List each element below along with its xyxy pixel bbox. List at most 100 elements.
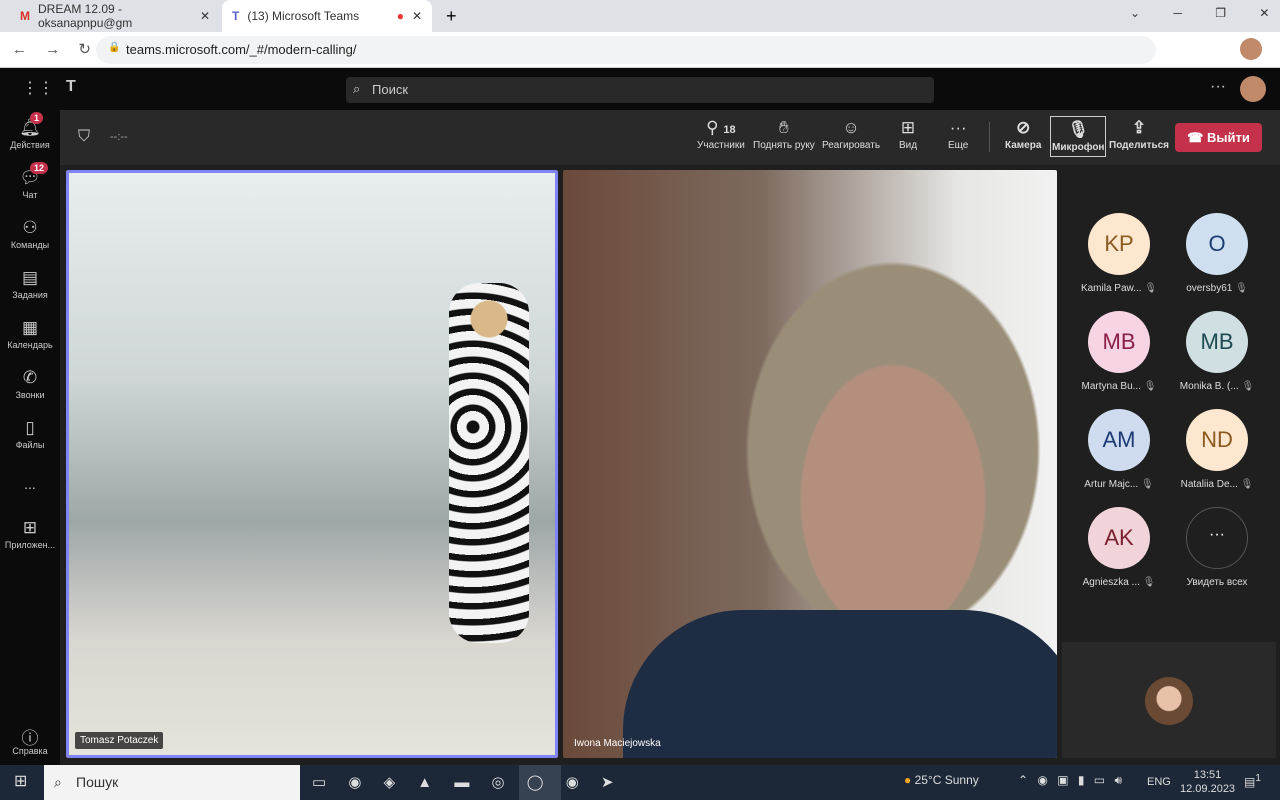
windows-start-icon[interactable]: ⊞ <box>14 771 27 791</box>
participant-tile[interactable]: AM Artur Majc... 🎙︎ <box>1074 409 1164 490</box>
video-name-label: Iwona Maciejowska <box>574 738 661 749</box>
camera-button[interactable]: ⊘ Камера <box>1005 118 1041 151</box>
mic-off-icon: 🎙︎ <box>1143 381 1157 392</box>
mic-off-icon: 🎙︎ <box>1240 479 1254 490</box>
phone-icon: ✆ <box>22 368 38 387</box>
video-tile-1[interactable]: Tomasz Potaczek <box>66 170 558 758</box>
rail-more[interactable]: ... <box>0 476 60 492</box>
search-icon: ⌕ <box>54 774 62 790</box>
user-avatar[interactable] <box>1240 76 1266 102</box>
pinned-apps[interactable]: ▭ ◉ ◈ ▲ ▬ ◎ ◯ ◉ ➤ <box>312 773 614 791</box>
window-controls[interactable]: ⌄ ─ ❐ ✕ <box>1130 6 1269 20</box>
address-bar-row: ← → ↻ 🔒 teams.microsoft.com/_#/modern-cal… <box>0 32 1280 68</box>
participant-avatar: AK <box>1088 507 1150 569</box>
camera-off-icon: ⊘ <box>1016 118 1031 137</box>
participant-name: Monika B. (... <box>1179 381 1239 392</box>
close-tab-icon[interactable]: ✕ <box>200 9 210 23</box>
mic-off-icon: 🎙︎ <box>1241 381 1255 392</box>
mic-off-icon: 🎙︎ <box>1140 479 1154 490</box>
share-icon: ⇪ <box>1131 118 1147 137</box>
mic-off-icon: 🎙︎ <box>1142 577 1156 588</box>
lock-icon: 🔒 <box>108 42 121 53</box>
meeting-timer: --:-- <box>110 131 128 143</box>
video-tile-2[interactable]: Iwona Maciejowska <box>563 170 1057 758</box>
tab-teams[interactable]: T (13) Microsoft Teams ● ✕ <box>222 0 432 32</box>
rail-calendar[interactable]: ▦ Календарь <box>0 318 60 350</box>
self-avatar <box>1145 677 1193 725</box>
app-launcher-icon[interactable]: ⋮⋮ <box>22 78 54 98</box>
search-input[interactable]: ⌕ Поиск <box>346 77 934 103</box>
participant-avatar: KP <box>1088 213 1150 275</box>
speaker-figure <box>449 283 529 643</box>
teams-logo-icon: T <box>66 78 76 95</box>
nav-buttons[interactable]: ← → ↻ <box>12 40 91 58</box>
taskbar-search[interactable]: ⌕ Пошук <box>44 765 300 800</box>
file-icon: ▯ <box>25 418 35 437</box>
left-rail: 1 🔔︎ Действия 12 💬︎ Чат ⚇ Команды ▤ Задания ▦ К… <box>0 110 60 765</box>
more-icon[interactable]: ··· <box>1210 78 1226 96</box>
teams-icon: ⚇ <box>22 218 38 237</box>
participant-tile[interactable]: KP Kamila Paw... 🎙︎ <box>1074 213 1164 294</box>
language-indicator[interactable]: ENG <box>1147 776 1171 788</box>
shield-icon: ⛉ <box>78 128 91 145</box>
participant-avatar: MB <box>1186 311 1248 373</box>
tray-icons[interactable]: ⌃ ◉ ▣ ▮ ▭ 🔊︎ <box>1018 773 1122 788</box>
participant-avatar: O <box>1186 213 1248 275</box>
participant-tile[interactable]: ND Nataliia De... 🎙︎ <box>1172 409 1262 490</box>
weather-icon[interactable]: ● 25°C Sunny <box>904 773 979 787</box>
rail-activity[interactable]: 1 🔔︎ Действия <box>0 112 60 150</box>
participant-tile[interactable]: Ooversby61 🎙︎ <box>1172 213 1262 294</box>
participant-avatar: ND <box>1186 409 1248 471</box>
hangup-icon: ☎︎ <box>1187 130 1207 145</box>
rail-assignments[interactable]: ▤ Задания <box>0 268 60 300</box>
view-button[interactable]: ⊞ Вид <box>899 118 917 151</box>
browser-tab-bar: M DREAM 12.09 - oksanapnpu@gm ✕ T (13) Micr… <box>0 0 1280 32</box>
calendar-icon: ▦ <box>21 318 39 337</box>
more-button[interactable]: ··· Еще <box>948 118 968 151</box>
see-all-button[interactable]: ··· Увидеть всех <box>1172 507 1262 588</box>
new-tab-button[interactable]: + <box>446 6 457 27</box>
more-icon: ··· <box>949 118 967 137</box>
close-tab-icon[interactable]: ✕ <box>412 9 422 23</box>
rail-chat[interactable]: 12 💬︎ Чат <box>0 162 60 200</box>
rail-apps[interactable]: ⊞ Приложен... <box>0 518 60 550</box>
participant-name: Agnieszka ... <box>1082 577 1140 588</box>
rail-teams[interactable]: ⚇ Команды <box>0 218 60 250</box>
profile-avatar[interactable] <box>1240 38 1262 60</box>
rail-files[interactable]: ▯ Файлы <box>0 418 60 450</box>
recording-icon: ● <box>396 9 404 23</box>
notifications-icon[interactable]: ▤1 <box>1244 773 1261 789</box>
layout-icon: ⊞ <box>900 118 916 137</box>
participant-tile[interactable]: MB Monika B. (... 🎙︎ <box>1172 311 1262 392</box>
participant-tile[interactable]: AK Agnieszka ... 🎙︎ <box>1074 507 1164 588</box>
video-name-label: Tomasz Potaczek <box>75 732 164 749</box>
participant-name: oversby61 <box>1186 283 1233 294</box>
speaker-figure <box>623 610 1057 758</box>
participant-avatar: MB <box>1088 311 1150 373</box>
participants-button[interactable]: ⚲ 18 Участники <box>697 118 745 151</box>
clock[interactable]: 13:51 12.09.2023 <box>1180 768 1235 796</box>
share-button[interactable]: ⇪ Поделиться <box>1109 118 1169 151</box>
gmail-icon: M <box>20 9 30 23</box>
mic-off-icon: 🎙︎ <box>1235 283 1248 294</box>
smile-icon: ☺ <box>842 118 860 137</box>
more-icon: ··· <box>1186 507 1248 569</box>
react-button[interactable]: ☺ Реагировать <box>822 118 880 151</box>
rail-help[interactable]: ⓘ Справка <box>0 724 60 756</box>
assignments-icon: ▤ <box>21 268 39 287</box>
chrome-active-highlight <box>519 765 561 800</box>
mic-off-icon: 🎙︎ <box>1144 283 1158 294</box>
url-field[interactable]: 🔒 teams.microsoft.com/_#/modern-calling/ <box>96 36 1156 64</box>
mic-off-icon: 🎙︎ <box>1067 120 1090 139</box>
raise-hand-button[interactable]: ✋︎ Поднять руку <box>753 118 815 151</box>
rail-calls[interactable]: ✆ Звонки <box>0 368 60 400</box>
teams-icon: T <box>232 9 240 23</box>
tab-gmail[interactable]: M DREAM 12.09 - oksanapnpu@gm ✕ <box>10 0 220 32</box>
search-icon: ⌕ <box>353 81 361 96</box>
participant-name: Kamila Paw... <box>1080 283 1142 294</box>
mic-button[interactable]: 🎙︎ Микрофон <box>1050 116 1107 157</box>
participant-tile[interactable]: MB Martyna Bu... 🎙︎ <box>1074 311 1164 392</box>
windows-taskbar: ⊞ ⌕ Пошук ▭ ◉ ◈ ▲ ▬ ◎ ◯ ◉ ➤ ● 25°C Sunny … <box>0 765 1280 800</box>
leave-button[interactable]: ☎︎ Выйти <box>1175 123 1262 152</box>
self-view <box>1062 642 1276 758</box>
